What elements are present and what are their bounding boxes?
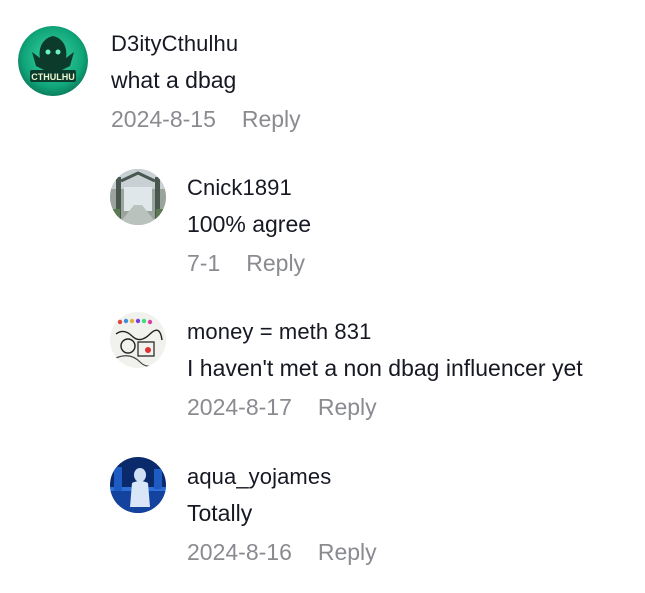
comment-text: Totally [187,500,253,526]
comment-item: CTHULHU D3ityCthulhu what a dbag 2024-8-… [0,0,645,150]
reply-item: Cnick1891 100% agree 7-1 Reply [0,150,645,295]
comment-date: 2024-8-15 [111,106,216,132]
avatar[interactable] [110,457,166,513]
comment-date: 2024-8-16 [187,539,292,565]
reply-button[interactable]: Reply [242,106,301,132]
comment-meta: 7-1 Reply [187,250,305,277]
comment-meta: 2024-8-15 Reply [111,106,301,133]
reply-item: aqua_yojames Totally 2024-8-16 Reply [0,440,645,593]
reply-button[interactable]: Reply [318,394,377,420]
comment-text: I haven't met a non dbag influencer yet [187,355,583,381]
comment-date: 2024-8-17 [187,394,292,420]
comment-username[interactable]: Cnick1891 [187,175,292,201]
comment-text: what a dbag [111,67,237,93]
avatar-logo-text: CTHULHU [31,72,75,82]
avatar[interactable] [110,169,166,225]
comment-username[interactable]: D3ityCthulhu [111,31,238,57]
comment-text: 100% agree [187,211,312,237]
comment-username[interactable]: aqua_yojames [187,464,331,490]
reply-button[interactable]: Reply [246,250,305,276]
reply-item: money = meth 831 I haven't met a non dba… [0,295,645,440]
comment-meta: 2024-8-17 Reply [187,394,377,421]
comment-meta: 2024-8-16 Reply [187,539,377,566]
comment-username[interactable]: money = meth 831 [187,319,371,345]
reply-button[interactable]: Reply [318,539,377,565]
comment-date: 7-1 [187,250,221,276]
avatar[interactable] [110,312,166,368]
avatar[interactable]: CTHULHU [18,26,88,96]
